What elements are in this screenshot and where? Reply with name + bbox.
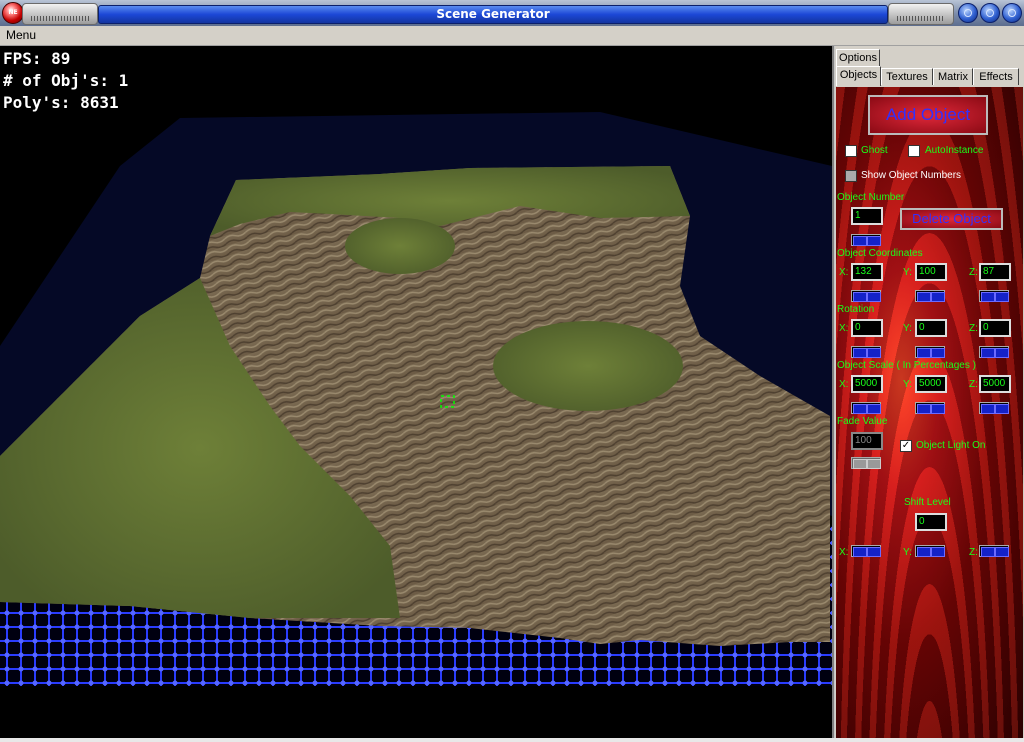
delete-object-button[interactable]: Delete Object — [900, 208, 1003, 230]
tab-objects[interactable]: Objects — [836, 66, 881, 86]
poly-count-readout: Poly's: 8631 — [3, 93, 119, 112]
rot-x-stepper[interactable] — [851, 346, 881, 358]
scale-y-field[interactable]: 5000 — [915, 375, 947, 393]
shift-x-stepper[interactable] — [851, 545, 881, 557]
title-bar: NE Scene Generator — [0, 0, 1024, 26]
autoinstance-checkbox[interactable] — [908, 145, 920, 157]
terrain-grass-hill — [345, 218, 455, 274]
object-number-field[interactable]: 1 — [851, 207, 883, 225]
coord-y-field[interactable]: 100 — [915, 263, 947, 281]
menu-item-menu[interactable]: Menu — [6, 28, 36, 42]
shift-level-label: Shift Level — [904, 497, 951, 508]
objects-tab-panel: Add Object Ghost AutoInstance Show Objec… — [836, 87, 1023, 738]
coord-x-field[interactable]: 132 — [851, 263, 883, 281]
show-object-numbers-checkbox[interactable] — [845, 170, 857, 182]
coord-y-stepper[interactable] — [915, 290, 945, 302]
shift-x-label: X: — [839, 547, 849, 558]
control-panel: Options Objects Textures Matrix Effects … — [835, 46, 1024, 738]
add-object-button[interactable]: Add Object — [868, 95, 988, 135]
rot-y-stepper[interactable] — [915, 346, 945, 358]
rot-z-stepper[interactable] — [979, 346, 1009, 358]
tab-textures[interactable]: Textures — [881, 68, 933, 85]
rot-y-label: Y: — [903, 323, 912, 334]
window-title: Scene Generator — [98, 5, 888, 24]
ghost-checkbox[interactable] — [845, 145, 857, 157]
scale-x-label: X: — [839, 379, 849, 390]
object-light-label: Object Light On — [916, 440, 986, 451]
title-grip-right — [888, 3, 954, 25]
fade-value-stepper[interactable] — [851, 457, 881, 469]
3d-viewport[interactable]: FPS: 89 # of Obj's: 1 Poly's: 8631 — [0, 46, 834, 738]
object-number-stepper[interactable] — [851, 234, 881, 246]
scale-x-stepper[interactable] — [851, 402, 881, 414]
maximize-button[interactable] — [980, 3, 1000, 23]
coord-x-label: X: — [839, 267, 849, 278]
shift-z-stepper[interactable] — [979, 545, 1009, 557]
terrain-grass-mound — [493, 321, 683, 411]
coord-z-stepper[interactable] — [979, 290, 1009, 302]
tab-matrix[interactable]: Matrix — [933, 68, 973, 85]
shift-level-field[interactable]: 0 — [915, 513, 947, 531]
autoinstance-label: AutoInstance — [925, 145, 984, 156]
rotation-label: Rotation — [837, 304, 875, 315]
rot-x-label: X: — [839, 323, 849, 334]
scale-x-field[interactable]: 5000 — [851, 375, 883, 393]
coord-z-label: Z: — [969, 267, 978, 278]
rot-y-field[interactable]: 0 — [915, 319, 947, 337]
close-button[interactable] — [1002, 3, 1022, 23]
coord-z-field[interactable]: 87 — [979, 263, 1011, 281]
scale-label: Object Scale ( In Percentages ) — [837, 360, 976, 371]
shift-y-stepper[interactable] — [915, 545, 945, 557]
tab-effects[interactable]: Effects — [973, 68, 1019, 85]
title-grip-left — [22, 3, 98, 25]
scale-z-field[interactable]: 5000 — [979, 375, 1011, 393]
app-logo-icon[interactable]: NE — [2, 2, 24, 24]
coord-x-stepper[interactable] — [851, 290, 881, 302]
coord-y-label: Y: — [903, 267, 912, 278]
rot-z-label: Z: — [969, 323, 978, 334]
scale-z-label: Z: — [969, 379, 978, 390]
show-object-numbers-label: Show Object Numbers — [861, 170, 962, 181]
ghost-label: Ghost — [861, 145, 888, 156]
terrain-scene — [0, 112, 832, 686]
tab-options[interactable]: Options — [836, 49, 880, 66]
scale-z-stepper[interactable] — [979, 402, 1009, 414]
fade-value-label: Fade Value — [837, 416, 888, 427]
fade-value-field[interactable]: 100 — [851, 432, 883, 450]
object-count-readout: # of Obj's: 1 — [3, 71, 129, 90]
shift-z-label: Z: — [969, 547, 978, 558]
rot-z-field[interactable]: 0 — [979, 319, 1011, 337]
minimize-button[interactable] — [958, 3, 978, 23]
status-strip — [0, 738, 1024, 742]
fps-readout: FPS: 89 — [3, 49, 71, 68]
coordinates-label: Object Coordinates — [837, 248, 923, 259]
shift-y-label: Y: — [903, 547, 912, 558]
rot-x-field[interactable]: 0 — [851, 319, 883, 337]
object-light-checkbox[interactable]: ✓ — [900, 440, 912, 452]
object-number-label: Object Number — [837, 192, 905, 203]
menu-bar: Menu — [0, 26, 1024, 46]
scale-y-stepper[interactable] — [915, 402, 945, 414]
scale-y-label: Y: — [903, 379, 912, 390]
